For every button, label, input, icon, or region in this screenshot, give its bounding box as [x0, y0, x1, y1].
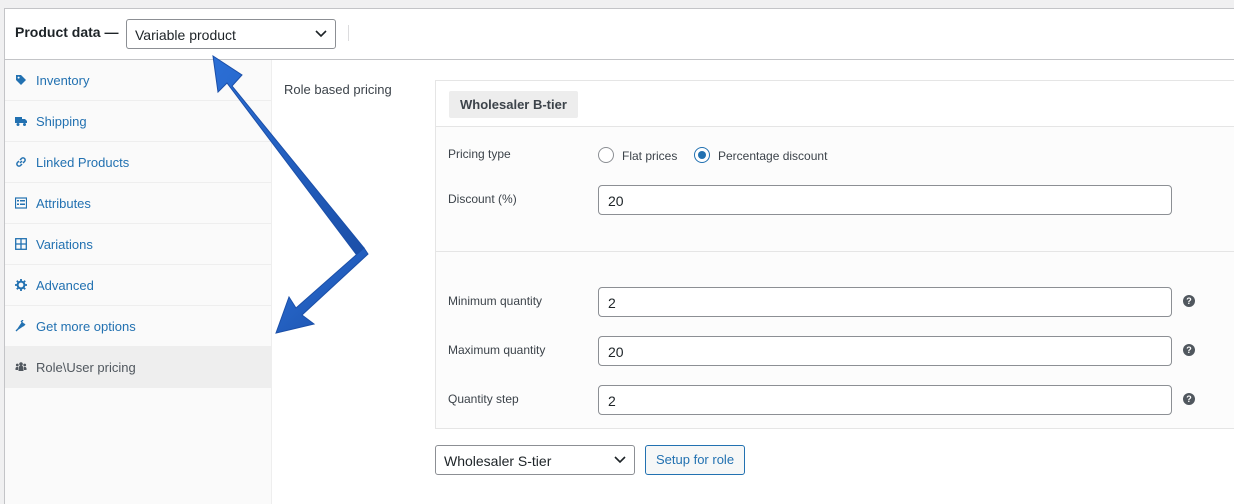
tab-linked-products[interactable]: Linked Products: [5, 142, 271, 183]
radio-percentage-discount[interactable]: [694, 147, 710, 163]
tab-attributes[interactable]: Attributes: [5, 183, 271, 224]
tab-label: Variations: [36, 236, 93, 252]
quantity-step-label: Quantity step: [448, 392, 519, 406]
product-data-panel: Product data — Variable product Inventor…: [4, 8, 1234, 504]
product-data-tabs: Inventory Shipping Linked Products Attri…: [5, 60, 272, 504]
quantity-step-input[interactable]: 2: [598, 385, 1172, 415]
product-data-title: Product data —: [15, 24, 119, 40]
tab-content: Role based pricing Wholesaler B-tier Pri…: [272, 60, 1234, 504]
plugin-icon: [15, 320, 27, 332]
minimum-quantity-label: Minimum quantity: [448, 294, 543, 308]
divider: [436, 251, 1234, 252]
tab-label: Advanced: [36, 277, 94, 293]
maximum-quantity-input[interactable]: 20: [598, 336, 1172, 366]
maximum-quantity-label: Maximum quantity: [448, 343, 546, 357]
tag-icon: [15, 74, 27, 86]
truck-icon: [15, 115, 27, 127]
tab-label: Shipping: [36, 113, 87, 129]
role-select-value: Wholesaler S-tier: [444, 453, 552, 469]
role-pricing-box: Wholesaler B-tier Pricing type Flat pric…: [435, 80, 1234, 429]
tab-shipping[interactable]: Shipping: [5, 101, 271, 142]
chevron-down-icon: [614, 456, 626, 464]
radio-flat-prices[interactable]: [598, 147, 614, 163]
tab-label: Linked Products: [36, 154, 130, 170]
tab-role-user-pricing[interactable]: Role\User pricing: [5, 347, 271, 388]
chevron-down-icon: [315, 30, 327, 38]
role-pricing-body: Pricing type Flat prices Percentage disc…: [436, 127, 1234, 428]
flat-prices-label: Flat prices: [622, 149, 678, 163]
help-icon[interactable]: ?: [1183, 393, 1195, 405]
list-icon: [15, 197, 27, 209]
minimum-quantity-input[interactable]: 2: [598, 287, 1172, 317]
tab-variations[interactable]: Variations: [5, 224, 271, 265]
setup-for-role-button[interactable]: Setup for role: [645, 445, 746, 475]
product-type-value: Variable product: [135, 27, 236, 43]
pricing-type-label: Pricing type: [448, 147, 511, 161]
tab-label: Attributes: [36, 195, 91, 211]
tab-label: Role\User pricing: [36, 359, 136, 375]
tab-inventory[interactable]: Inventory: [5, 60, 271, 101]
discount-value: 20: [608, 193, 624, 209]
minimum-quantity-value: 2: [608, 295, 616, 311]
product-type-select[interactable]: Variable product: [126, 19, 336, 49]
percentage-discount-label: Percentage discount: [718, 149, 828, 163]
help-icon[interactable]: ?: [1183, 295, 1195, 307]
discount-input[interactable]: 20: [598, 185, 1172, 215]
users-icon: [15, 361, 27, 373]
tab-label: Inventory: [36, 72, 90, 88]
role-badge[interactable]: Wholesaler B-tier: [449, 91, 578, 118]
gear-icon: [15, 279, 27, 291]
tab-advanced[interactable]: Advanced: [5, 265, 271, 306]
maximum-quantity-value: 20: [608, 344, 624, 360]
quantity-step-value: 2: [608, 393, 616, 409]
product-data-header: Product data — Variable product: [5, 9, 1234, 60]
link-icon: [15, 156, 27, 168]
tab-get-more-options[interactable]: Get more options: [5, 306, 271, 347]
role-select[interactable]: Wholesaler S-tier: [435, 445, 635, 475]
role-based-pricing-label: Role based pricing: [284, 82, 392, 97]
discount-label: Discount (%): [448, 192, 517, 206]
grid-icon: [15, 238, 27, 250]
tab-label: Get more options: [36, 318, 136, 334]
help-icon[interactable]: ?: [1183, 344, 1195, 356]
header-divider: [348, 25, 349, 41]
